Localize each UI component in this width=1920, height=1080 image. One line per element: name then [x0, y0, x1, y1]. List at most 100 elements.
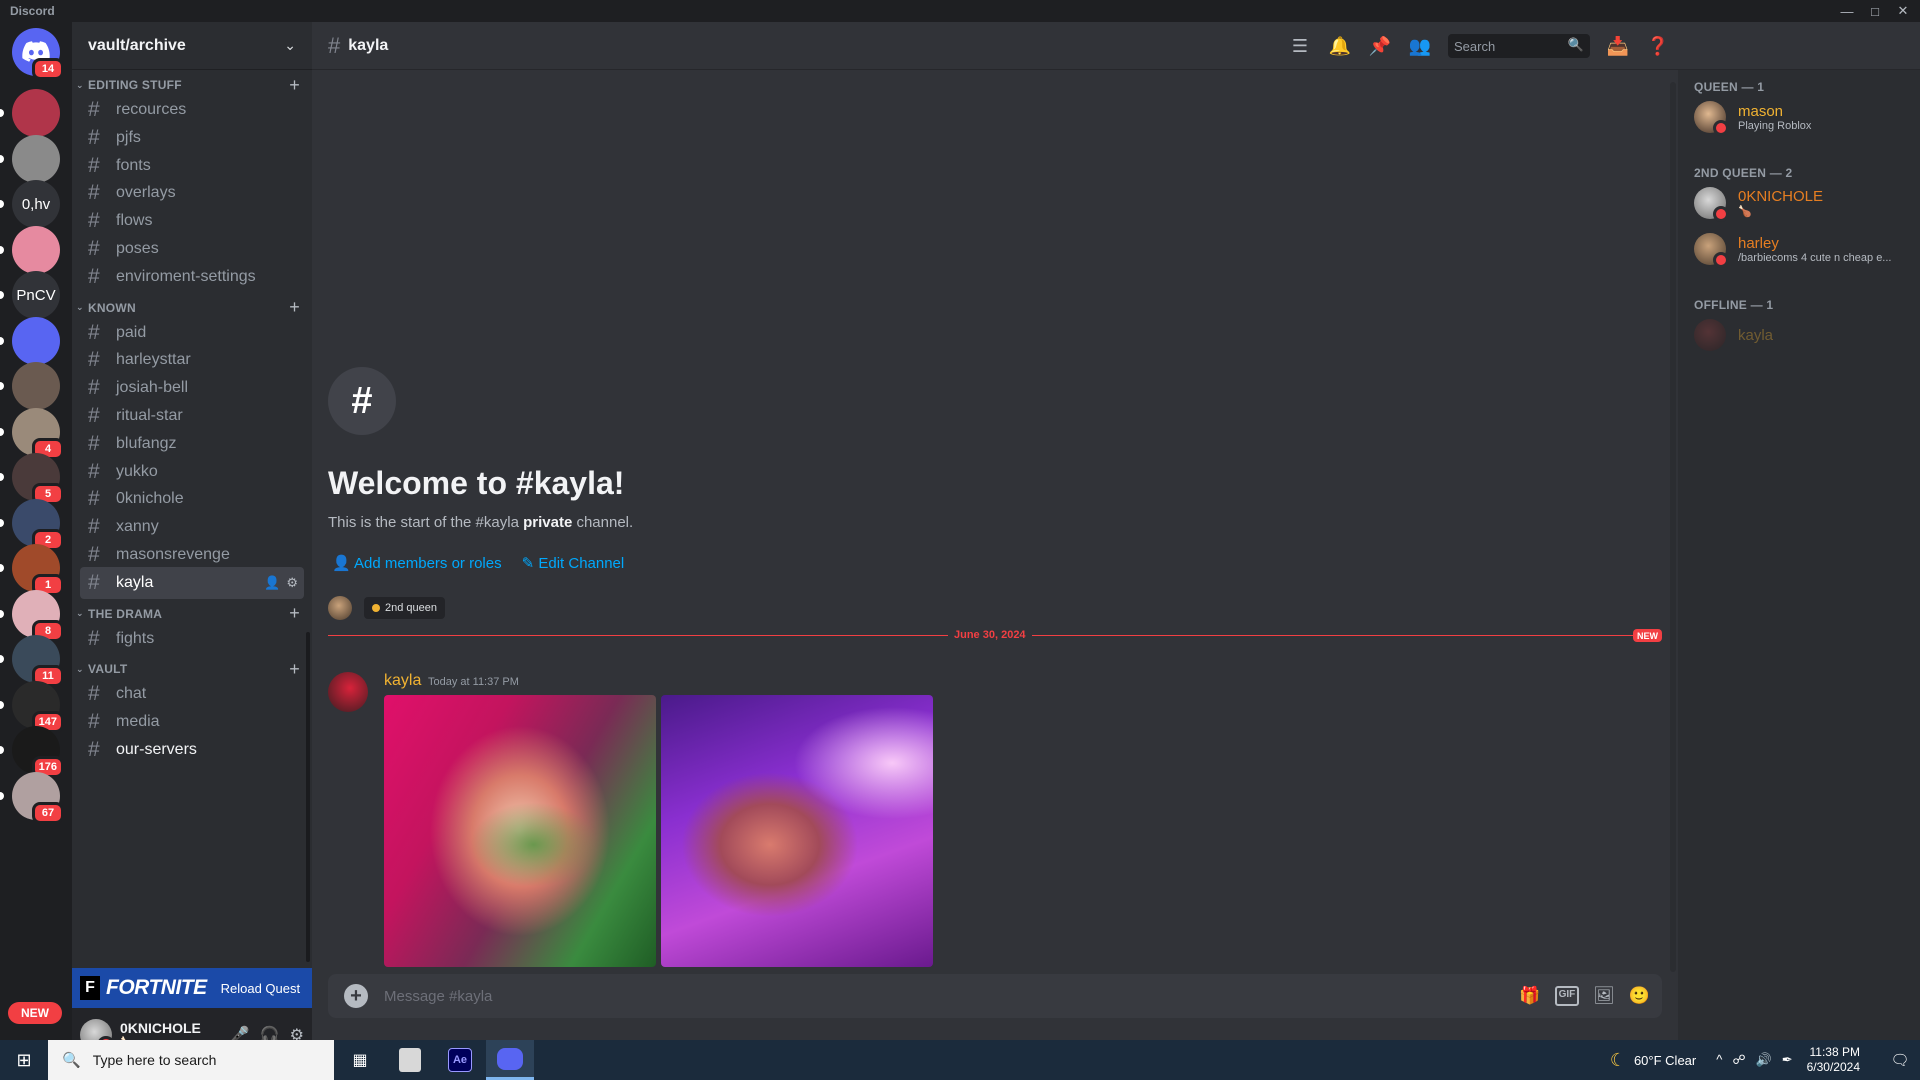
- server-icon[interactable]: 4: [12, 407, 64, 460]
- gif-icon[interactable]: GIF: [1554, 986, 1580, 1006]
- chevron-down-icon: ⌄: [284, 37, 296, 53]
- server-icon[interactable]: 5: [12, 453, 64, 505]
- weather-widget[interactable]: ☾ 60°F Clear: [1610, 1050, 1696, 1071]
- minimize-icon[interactable]: —: [1836, 0, 1858, 22]
- unread-pill: [0, 473, 4, 481]
- message-author[interactable]: kayla: [384, 672, 421, 690]
- pen-icon[interactable]: ✒: [1782, 1052, 1793, 1068]
- sticker-icon[interactable]: 🖼: [1593, 986, 1615, 1006]
- channel-label: 0knichole: [116, 490, 184, 508]
- message-avatar[interactable]: [328, 672, 368, 712]
- server-icon[interactable]: [12, 225, 60, 274]
- server-header[interactable]: vault/archive ⌄: [72, 22, 312, 70]
- pin-icon[interactable]: 📌: [1360, 26, 1400, 66]
- channel-label: kayla: [116, 573, 154, 591]
- channel-category[interactable]: ⌄ EDITING STUFF +: [76, 74, 308, 96]
- upload-plus-icon[interactable]: +: [344, 984, 368, 1008]
- channel-label: fights: [116, 629, 155, 647]
- channel-item-enviroment-settings[interactable]: # enviroment-settings: [80, 261, 304, 293]
- server-icon[interactable]: 67: [12, 771, 64, 824]
- hash-icon: #: [88, 348, 100, 372]
- clock[interactable]: 11:38 PM 6/30/2024: [1807, 1045, 1860, 1075]
- server-name: vault/archive: [88, 36, 186, 54]
- server-icon[interactable]: [12, 89, 60, 137]
- channel-label: overlays: [116, 184, 176, 202]
- edit-channel-link[interactable]: ✎ Edit Channel: [522, 554, 625, 572]
- channel-item-pjfs[interactable]: # pjfs: [80, 122, 304, 154]
- task-view-icon[interactable]: ▦: [336, 1040, 384, 1080]
- close-icon[interactable]: ✕: [1892, 0, 1914, 22]
- message-input[interactable]: [384, 987, 1484, 1005]
- create-channel-plus-icon[interactable]: +: [289, 75, 300, 96]
- role-tag: 2nd queen: [364, 597, 445, 619]
- server-icon[interactable]: 1: [12, 544, 64, 596]
- hash-icon: #: [88, 431, 100, 455]
- create-channel-plus-icon[interactable]: +: [289, 659, 300, 680]
- channel-item-fights[interactable]: # fights: [80, 623, 304, 655]
- channel-item-kayla[interactable]: # kayla 👤 ⚙: [80, 566, 304, 599]
- member-item[interactable]: mason Playing Roblox: [1686, 96, 1912, 138]
- help-icon[interactable]: ❓: [1638, 26, 1678, 66]
- member-avatar: [1694, 233, 1729, 268]
- channel-settings-gear-icon[interactable]: ⚙: [286, 575, 298, 591]
- user-name[interactable]: 0KNICHOLE: [120, 1020, 201, 1036]
- server-icon[interactable]: 0,hv: [12, 180, 60, 228]
- channel-category[interactable]: ⌄ THE DRAMA +: [76, 603, 308, 625]
- windows-start-icon[interactable]: ⊞: [0, 1040, 48, 1080]
- hash-icon: #: [88, 376, 100, 400]
- server-icon[interactable]: 2: [12, 498, 64, 551]
- quest-banner[interactable]: F FORTNITE Reload Quest: [72, 968, 312, 1008]
- server-icon[interactable]: PnCV: [12, 271, 60, 319]
- server-icon[interactable]: 147: [12, 680, 64, 733]
- server-icon[interactable]: 11: [12, 635, 64, 687]
- chevron-up-icon[interactable]: ^: [1716, 1052, 1722, 1068]
- volume-icon[interactable]: 🔊: [1756, 1052, 1772, 1068]
- hash-icon: #: [88, 153, 100, 177]
- notes-app-icon[interactable]: [386, 1040, 434, 1080]
- server-icon[interactable]: [12, 134, 60, 183]
- member-item[interactable]: kayla: [1686, 314, 1912, 356]
- new-messages-divider: June 30, 2024 NEW: [328, 629, 1662, 643]
- server-icon[interactable]: 176: [12, 726, 64, 778]
- member-list-icon[interactable]: 👥: [1400, 26, 1440, 66]
- inbox-icon[interactable]: 📥: [1598, 26, 1638, 66]
- server-icon[interactable]: [12, 316, 60, 365]
- message-composer: + 🎁 GIF 🖼 🙂: [328, 974, 1662, 1018]
- emoji-icon[interactable]: 🙂: [1629, 986, 1650, 1006]
- server-icon[interactable]: [12, 362, 60, 410]
- add-members-link[interactable]: 👤 Add members or roles: [332, 554, 502, 572]
- member-item[interactable]: 0KNICHOLE 🍗: [1686, 182, 1912, 224]
- taskbar-search[interactable]: 🔍 Type here to search: [48, 1040, 334, 1080]
- search-input[interactable]: Search 🔍: [1448, 34, 1590, 58]
- image-attachment[interactable]: [384, 695, 656, 967]
- member-avatar: [1694, 319, 1726, 351]
- create-channel-plus-icon[interactable]: +: [289, 297, 300, 318]
- channel-item-blufangz[interactable]: # blufangz: [80, 428, 304, 460]
- chat-scrollbar[interactable]: [1670, 82, 1676, 972]
- member-item[interactable]: harley/barbiecoms 4 cute n cheap e...: [1686, 228, 1912, 270]
- hash-icon: #: [88, 682, 100, 706]
- unread-pill: [0, 200, 4, 208]
- create-channel-plus-icon[interactable]: +: [289, 603, 300, 624]
- channel-category[interactable]: ⌄ VAULT +: [76, 658, 308, 680]
- invite-icon[interactable]: 👤: [264, 575, 280, 591]
- network-icon[interactable]: ☍: [1732, 1052, 1745, 1068]
- image-attachment[interactable]: [661, 695, 933, 967]
- dnd-status-icon: [1713, 206, 1729, 222]
- maximize-icon[interactable]: □: [1864, 0, 1886, 22]
- notification-icon[interactable]: 🗨: [1880, 1051, 1920, 1069]
- new-servers-badge[interactable]: NEW: [8, 1002, 62, 1024]
- server-icon[interactable]: 8: [12, 589, 64, 642]
- threads-icon[interactable]: ☰: [1280, 26, 1320, 66]
- sidebar-scrollbar[interactable]: [306, 632, 310, 962]
- home-button[interactable]: 14: [12, 28, 64, 80]
- discord-taskbar-icon[interactable]: [486, 1040, 534, 1080]
- hash-icon: #: [88, 487, 100, 511]
- bell-icon[interactable]: 🔔: [1320, 26, 1360, 66]
- channel-item-our-servers[interactable]: # our-servers: [80, 734, 304, 766]
- hash-icon: #: [88, 404, 100, 427]
- channel-category[interactable]: ⌄ KNOWN +: [76, 297, 308, 319]
- after-effects-icon[interactable]: Ae: [436, 1040, 484, 1080]
- caret-down-icon: ⌄: [76, 608, 84, 619]
- gift-icon[interactable]: 🎁: [1519, 986, 1540, 1006]
